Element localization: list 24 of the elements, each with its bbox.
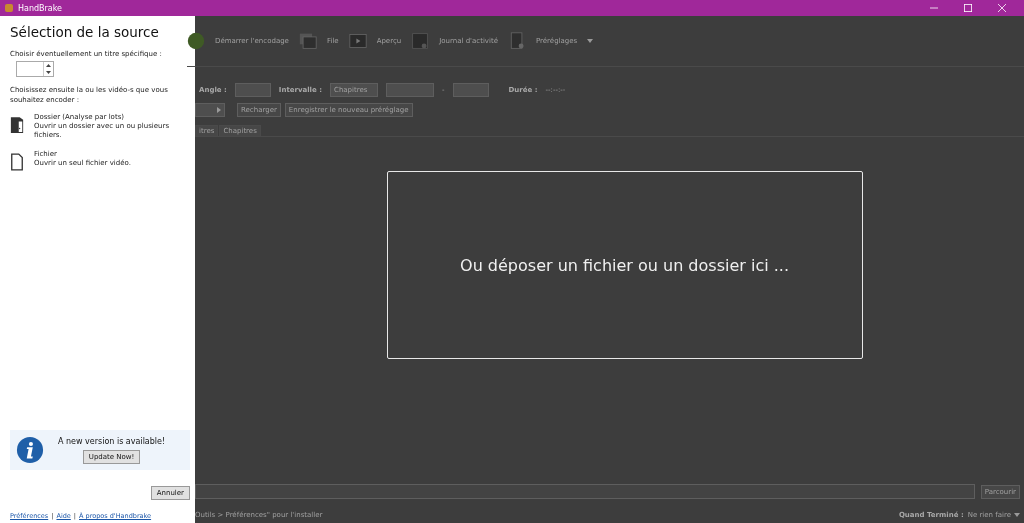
caret-icon[interactable] — [587, 39, 594, 43]
update-message: A new version is available! — [58, 436, 166, 446]
minimize-icon[interactable] — [930, 4, 938, 12]
folder-icon — [10, 116, 24, 134]
angle-dropdown[interactable] — [234, 83, 271, 97]
info-icon — [16, 436, 44, 464]
range-end-dropdown[interactable] — [452, 83, 489, 97]
caret-icon — [1014, 513, 1020, 517]
title-spinner[interactable] — [16, 61, 54, 77]
log-icon[interactable] — [411, 32, 430, 50]
destination-field[interactable] — [195, 484, 975, 499]
app-logo-icon — [4, 3, 14, 13]
spinner-arrows-icon[interactable] — [43, 62, 53, 76]
close-icon[interactable] — [998, 4, 1006, 12]
window-title: HandBrake — [18, 3, 62, 13]
drop-zone[interactable]: Ou déposer un fichier ou un dossier ici ... — [386, 171, 863, 359]
preset-dropdown[interactable] — [195, 103, 225, 117]
file-icon — [10, 153, 24, 171]
maximize-icon[interactable] — [964, 4, 972, 12]
range-start-dropdown[interactable] — [386, 83, 434, 97]
document-gear-icon[interactable] — [508, 32, 526, 50]
panel-title: Sélection de la source — [10, 24, 160, 40]
film-icon[interactable] — [348, 32, 367, 50]
caret-icon — [217, 107, 221, 113]
